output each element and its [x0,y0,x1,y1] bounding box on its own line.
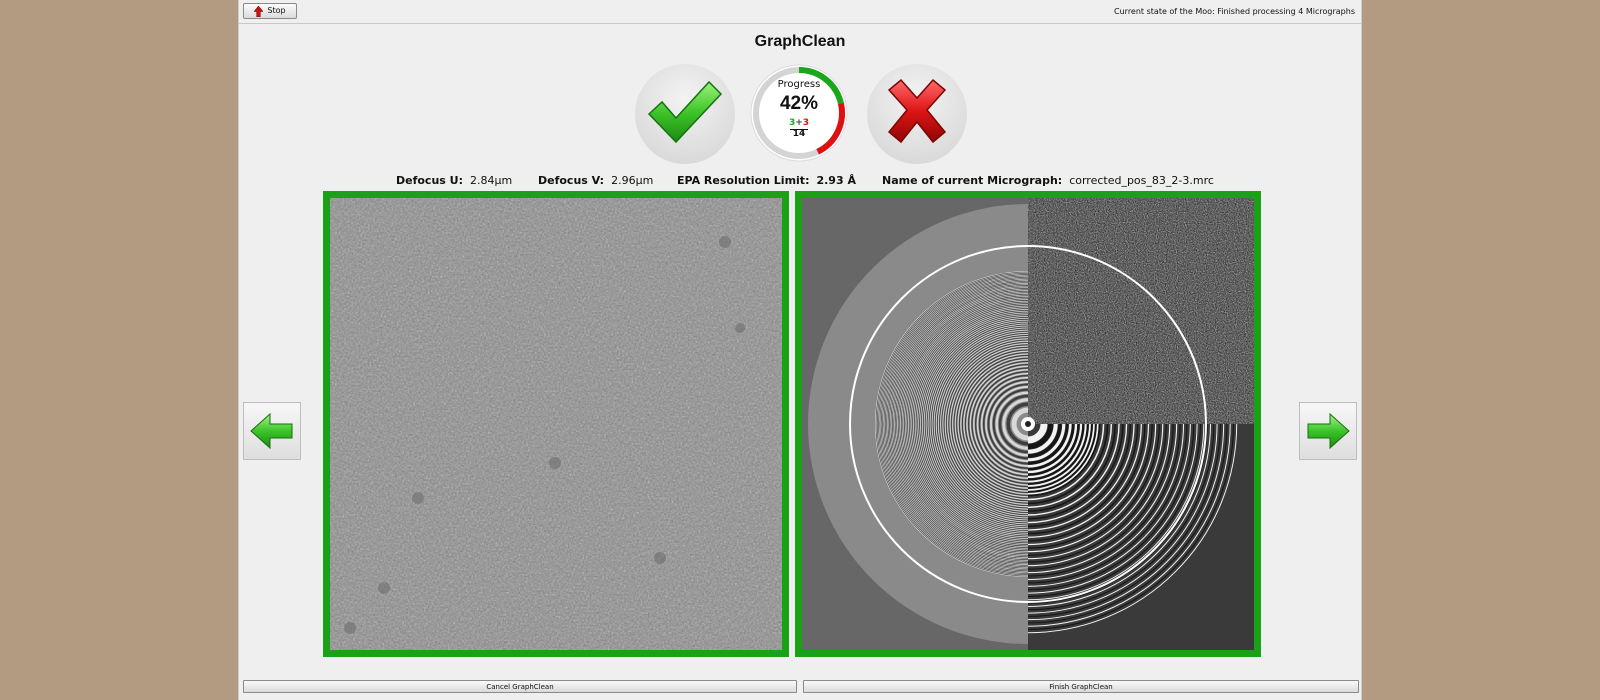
stop-button-label: Stop [267,6,286,15]
power-spectrum-image [795,191,1261,657]
checkmark-icon [647,80,723,144]
arrow-right-icon [1307,412,1350,450]
defocus-u-value: 2.84µm [470,174,513,187]
defocus-v-value: 2.96µm [611,174,654,187]
reject-button[interactable] [867,64,967,164]
count-separator: + [795,118,803,128]
defocus-v: Defocus V: 2.96µm [538,174,653,187]
arrow-up-icon [254,5,264,17]
stop-button[interactable]: Stop [243,3,297,19]
accept-button[interactable] [635,64,735,164]
state-text: Current state of the Moo: Finished proce… [1114,7,1355,16]
progress-percent: 42% [779,93,819,114]
progress-label: Progress [777,79,821,90]
total-count: 14 [790,129,808,139]
defocus-v-label: Defocus V: [538,174,605,187]
progress-indicator: Progress 42% 3+3 14 [746,60,852,166]
rejected-count: 3 [802,118,810,128]
page-title: GraphClean [754,33,846,50]
micrograph-name: Name of current Micrograph: corrected_pos… [882,174,1214,187]
arrow-left-icon [250,412,293,450]
cross-icon [887,78,947,144]
defocus-u: Defocus U: 2.84µm [396,174,512,187]
micrograph-name-value: corrected_pos_83_2-3.mrc [1069,174,1214,187]
previous-button[interactable] [243,402,301,460]
top-bar: Stop Current state of the Moo: Finished … [239,0,1361,24]
graphclean-window: Stop Current state of the Moo: Finished … [238,0,1362,700]
next-button[interactable] [1299,402,1357,460]
micrograph-image [323,191,789,657]
finish-graphclean-button[interactable]: Finish GraphClean [803,680,1359,693]
epa-resolution-label: EPA Resolution Limit: [677,174,810,187]
progress-counts: 3+3 14 [746,119,852,139]
epa-resolution: EPA Resolution Limit: 2.93 Å [677,174,863,187]
epa-resolution-value: 2.93 Å [816,174,856,187]
cancel-graphclean-button[interactable]: Cancel GraphClean [243,680,797,693]
defocus-u-label: Defocus U: [396,174,463,187]
micrograph-name-label: Name of current Micrograph: [882,174,1063,187]
